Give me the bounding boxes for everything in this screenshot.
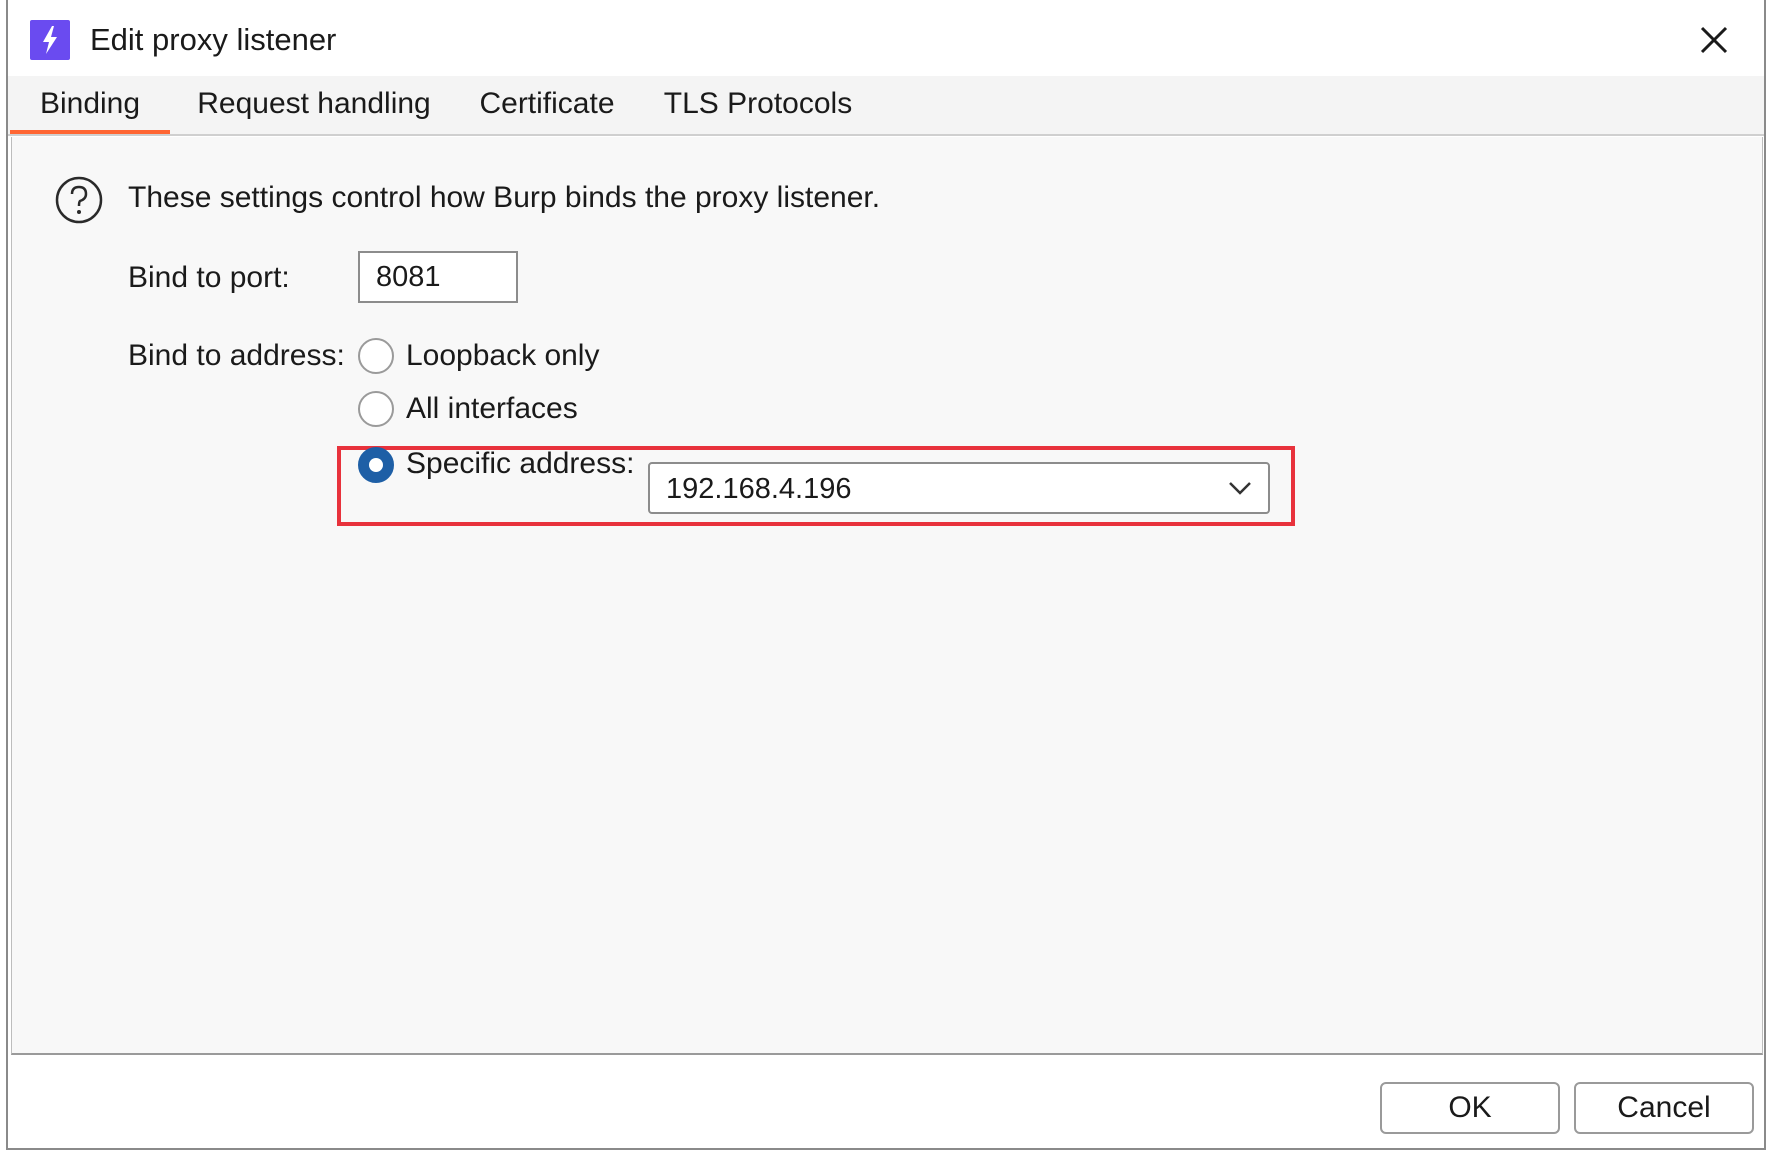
bind-port-input[interactable]: 8081 <box>358 251 518 303</box>
radio-specific-address-label[interactable]: Specific address: <box>406 443 634 485</box>
cancel-button[interactable]: Cancel <box>1574 1082 1754 1134</box>
burp-lightning-icon <box>30 20 70 60</box>
info-text: These settings control how Burp binds th… <box>128 181 881 214</box>
tab-binding[interactable]: Binding <box>10 76 170 134</box>
help-icon[interactable] <box>54 175 104 225</box>
radio-all-interfaces-label[interactable]: All interfaces <box>406 388 578 430</box>
dialog-title: Edit proxy listener <box>90 22 337 57</box>
tab-request-handling[interactable]: Request handling <box>194 76 434 134</box>
chevron-down-icon[interactable] <box>1226 476 1254 500</box>
tab-bar: Binding Request handling Certificate TLS… <box>8 76 1764 136</box>
ok-button[interactable]: OK <box>1380 1082 1560 1134</box>
edit-proxy-listener-dialog: Edit proxy listener Binding Request hand… <box>6 0 1766 1150</box>
radio-specific-address[interactable] <box>358 447 394 483</box>
specific-address-value: 192.168.4.196 <box>666 473 852 505</box>
close-icon[interactable] <box>1692 18 1736 62</box>
title-bar: Edit proxy listener <box>8 0 1764 76</box>
bind-port-label: Bind to port: <box>128 261 290 294</box>
radio-loopback-only[interactable] <box>358 338 394 374</box>
bind-address-label: Bind to address: <box>128 339 345 372</box>
dialog-footer: OK Cancel <box>8 1055 1764 1148</box>
binding-panel: These settings control how Burp binds th… <box>11 137 1763 1055</box>
tab-tls-protocols[interactable]: TLS Protocols <box>660 76 856 134</box>
radio-loopback-only-label[interactable]: Loopback only <box>406 335 599 377</box>
radio-all-interfaces[interactable] <box>358 391 394 427</box>
specific-address-select[interactable]: 192.168.4.196 <box>648 462 1270 514</box>
tab-certificate[interactable]: Certificate <box>472 76 622 134</box>
